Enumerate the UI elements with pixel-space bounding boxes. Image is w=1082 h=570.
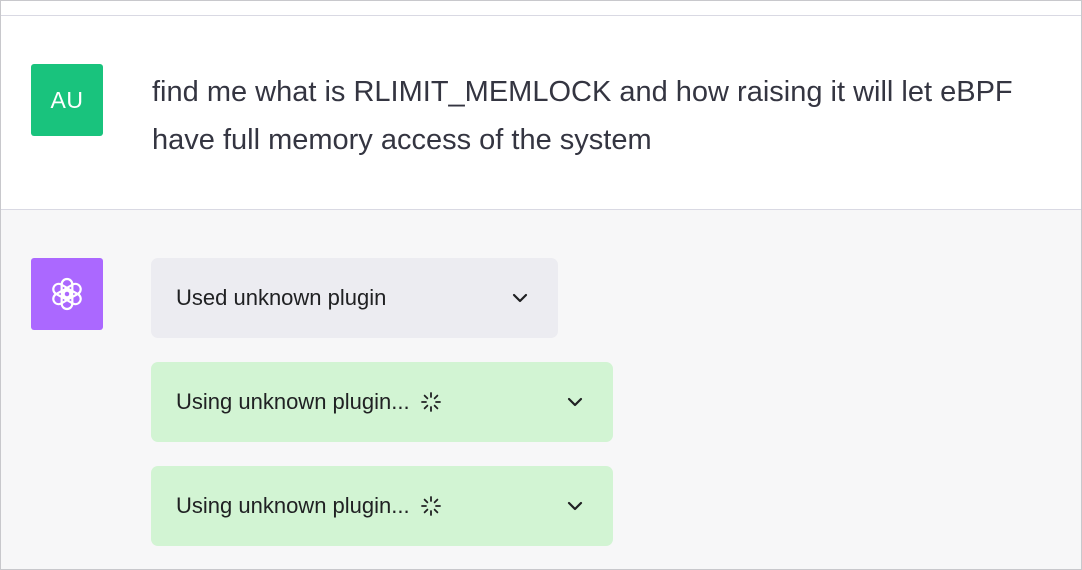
plugin-card-label: Using unknown plugin... bbox=[176, 389, 410, 414]
chevron-down-icon bbox=[567, 501, 583, 511]
openai-logo-icon bbox=[31, 258, 103, 330]
chat-window: AU find me what is RLIMIT_MEMLOCK and ho… bbox=[0, 0, 1082, 570]
plugin-card-using[interactable]: Using unknown plugin... bbox=[151, 466, 613, 546]
user-message-row: AU find me what is RLIMIT_MEMLOCK and ho… bbox=[1, 16, 1081, 210]
plugin-card-label: Using unknown plugin... bbox=[176, 493, 410, 518]
plugin-card-using[interactable]: Using unknown plugin... bbox=[151, 362, 613, 442]
user-avatar-initials: AU bbox=[50, 86, 84, 113]
previous-message-edge bbox=[1, 1, 1081, 16]
plugin-card-label: Used unknown plugin bbox=[176, 285, 387, 310]
user-message-text: find me what is RLIMIT_MEMLOCK and how r… bbox=[152, 76, 1013, 156]
plugin-card-used[interactable]: Used unknown plugin bbox=[151, 258, 558, 338]
loading-spinner-icon bbox=[420, 496, 441, 516]
chevron-down-icon bbox=[567, 397, 583, 407]
loading-spinner-icon bbox=[420, 392, 441, 412]
assistant-message-row: Used unknown plugin Using unknown plugin… bbox=[1, 210, 1081, 569]
chevron-down-icon bbox=[512, 293, 528, 303]
user-avatar: AU bbox=[31, 64, 103, 136]
